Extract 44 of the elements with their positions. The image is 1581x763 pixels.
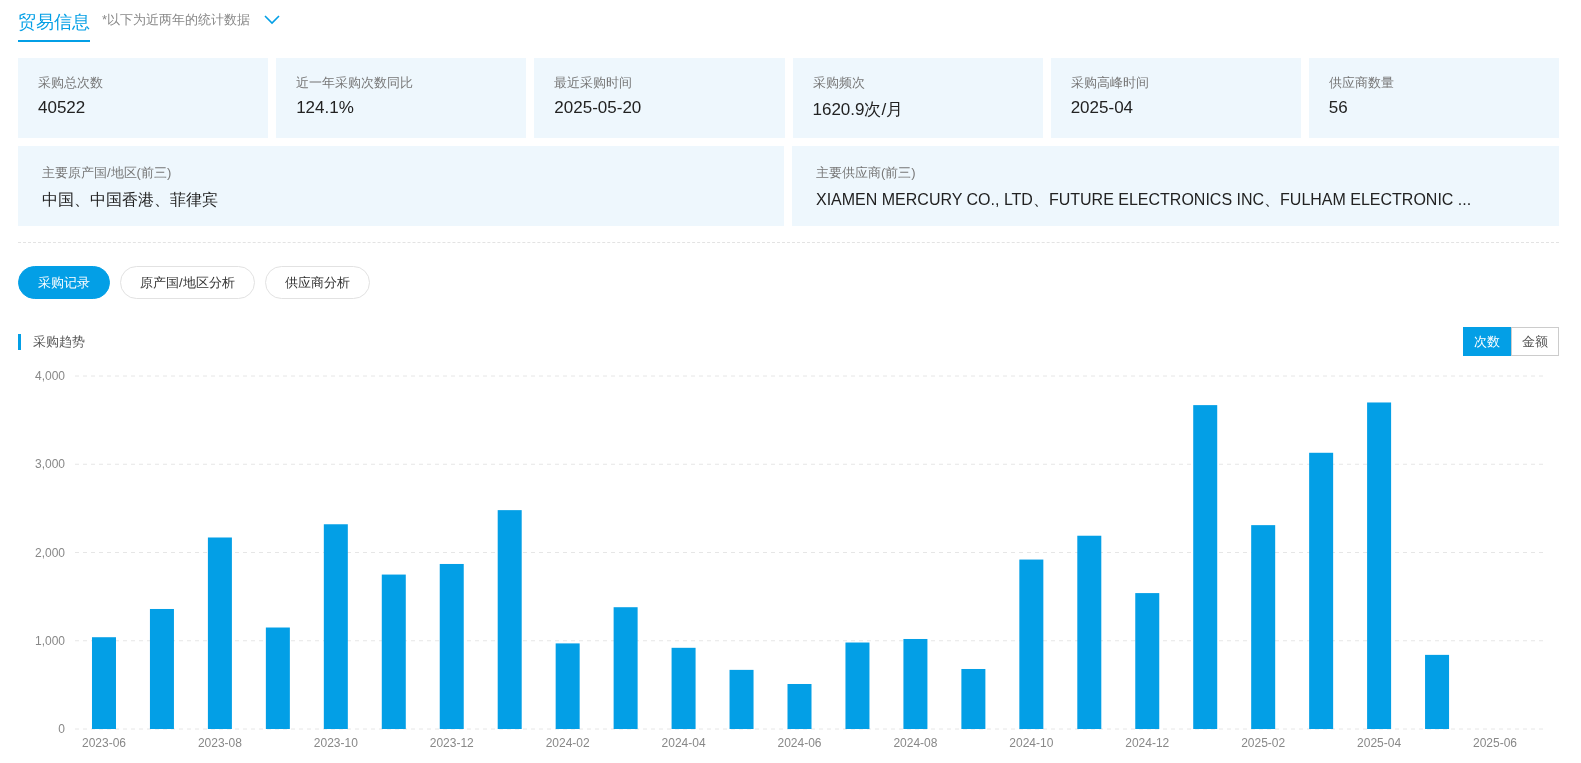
stat-label: 近一年采购次数同比: [296, 74, 415, 92]
tab[interactable]: 原产国/地区分析: [120, 266, 255, 299]
bar: [787, 684, 812, 729]
x-axis-label: 2024-06: [777, 736, 822, 750]
stat-label: 供应商数量: [1328, 74, 1395, 92]
tab[interactable]: 供应商分析: [264, 266, 370, 299]
stat-label: 采购高峰时间: [1070, 74, 1150, 92]
section-note: *以下为近两年的统计数据: [102, 11, 251, 29]
y-axis-label: 3,000: [34, 457, 65, 472]
y-axis-label: 4,000: [34, 369, 65, 383]
x-axis-label: 2024-08: [893, 736, 938, 750]
bar: [729, 669, 754, 729]
summary-value: XIAMEN MERCURY CO., LTD、FUTURE ELECTRONICS INC、FULHAM ELECTRONIC ...: [816, 190, 1473, 210]
bar: [961, 669, 986, 729]
x-axis-label: 2025-04: [1357, 736, 1402, 750]
chart-title: 采购趋势: [18, 333, 85, 350]
stat-label: 采购总次数: [38, 74, 104, 92]
section-title: 贸易信息: [18, 2, 90, 42]
stat-label: 最近采购时间: [554, 74, 634, 92]
summary-label: 主要供应商(前三): [816, 164, 917, 182]
x-axis-label: 2023-06: [81, 736, 126, 750]
stat-value: 124.1%: [296, 98, 355, 118]
stat-value: 2025-04: [1070, 98, 1135, 118]
x-axis-label: 2024-02: [545, 736, 590, 750]
x-axis-label: 2024-04: [661, 736, 706, 750]
x-axis-label: 2023-10: [313, 736, 358, 750]
stat-value: 40522: [38, 98, 87, 118]
x-axis-label: 2024-10: [1009, 736, 1054, 750]
x-axis-label: 2023-12: [429, 736, 474, 750]
x-axis-label: 2025-02: [1241, 736, 1286, 750]
x-axis-label: 2023-08: [197, 736, 242, 750]
y-axis-label: 1,000: [34, 633, 65, 648]
stat-value: 56: [1328, 98, 1349, 118]
stat-value: 1620.9次/月: [812, 99, 905, 121]
y-axis-label: 0: [58, 722, 65, 736]
stat-value: 2025-05-20: [554, 98, 643, 118]
x-axis-label: 2024-12: [1125, 736, 1170, 750]
x-axis-label: 2025-06: [1473, 736, 1518, 750]
chevron-down-icon[interactable]: [264, 15, 281, 25]
summary-value: 中国、中国香港、菲律宾: [42, 190, 219, 210]
stat-label: 采购频次: [812, 74, 866, 92]
toggle-button[interactable]: 金额: [1511, 327, 1559, 356]
summary-label: 主要原产国/地区(前三): [42, 164, 173, 182]
y-axis-label: 2,000: [34, 545, 65, 560]
